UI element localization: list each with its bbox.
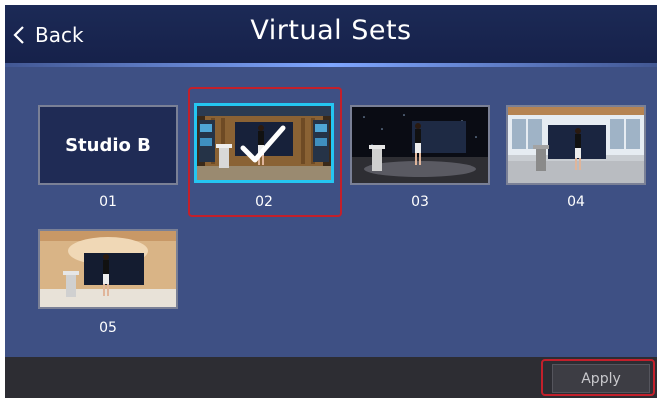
studio-office-image <box>508 107 644 183</box>
set-thumbnail-01: Studio B <box>38 105 178 185</box>
set-tile-04[interactable] <box>506 105 646 185</box>
apply-button[interactable]: Apply <box>552 364 650 393</box>
set-tile-05[interactable] <box>38 229 178 309</box>
app-window: Back Virtual Sets Studio B 01 02 03 04 0… <box>5 5 657 398</box>
virtual-sets-grid: Studio B 01 02 03 04 05 <box>5 67 657 357</box>
header-bar: Back Virtual Sets <box>5 5 657 63</box>
set-label-04: 04 <box>567 194 585 210</box>
set-label-01: 01 <box>99 194 117 210</box>
set-tile-03[interactable] <box>350 105 490 185</box>
studio-b-thumb-text: Studio B <box>40 107 176 183</box>
set-tile-01[interactable]: Studio B <box>38 105 178 185</box>
set-label-03: 03 <box>411 194 429 210</box>
set-tile-02[interactable] <box>194 103 334 183</box>
studio-warm-image <box>40 231 176 307</box>
set-thumbnail-04 <box>506 105 646 185</box>
set-thumbnail-03 <box>350 105 490 185</box>
set-label-05: 05 <box>99 320 117 336</box>
footer-bar: Apply <box>5 357 657 398</box>
set-thumbnail-05 <box>38 229 178 309</box>
set-label-02: 02 <box>255 194 273 210</box>
studio-wood-image <box>197 106 331 180</box>
page-title: Virtual Sets <box>250 15 412 46</box>
studio-dark-image <box>352 107 488 183</box>
set-thumbnail-02 <box>194 103 334 183</box>
